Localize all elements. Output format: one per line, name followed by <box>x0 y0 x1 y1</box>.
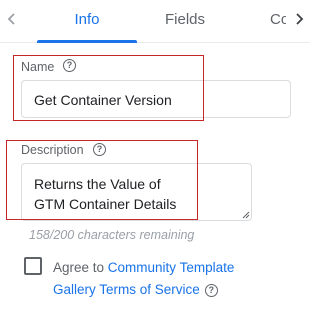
help-icon[interactable]: ? <box>204 283 218 297</box>
highlight-box-description <box>6 140 198 220</box>
resize-handle-icon[interactable] <box>242 211 250 219</box>
chevron-left-icon[interactable] <box>5 8 19 30</box>
agree-checkbox[interactable] <box>24 257 42 275</box>
active-tab-indicator <box>37 40 137 43</box>
tab-bar: Info Fields Consent <box>0 0 309 43</box>
agree-prefix: Agree to <box>53 260 108 275</box>
character-counter: 158/200 characters remaining <box>29 228 195 242</box>
chevron-right-icon[interactable] <box>292 8 306 30</box>
tab-info[interactable]: Info <box>37 10 137 30</box>
tab-consent[interactable]: Consent <box>270 10 286 30</box>
tab-fields[interactable]: Fields <box>165 10 205 30</box>
agree-text: Agree to Community Template Gallery Term… <box>53 257 273 301</box>
highlight-box-name <box>13 55 204 121</box>
